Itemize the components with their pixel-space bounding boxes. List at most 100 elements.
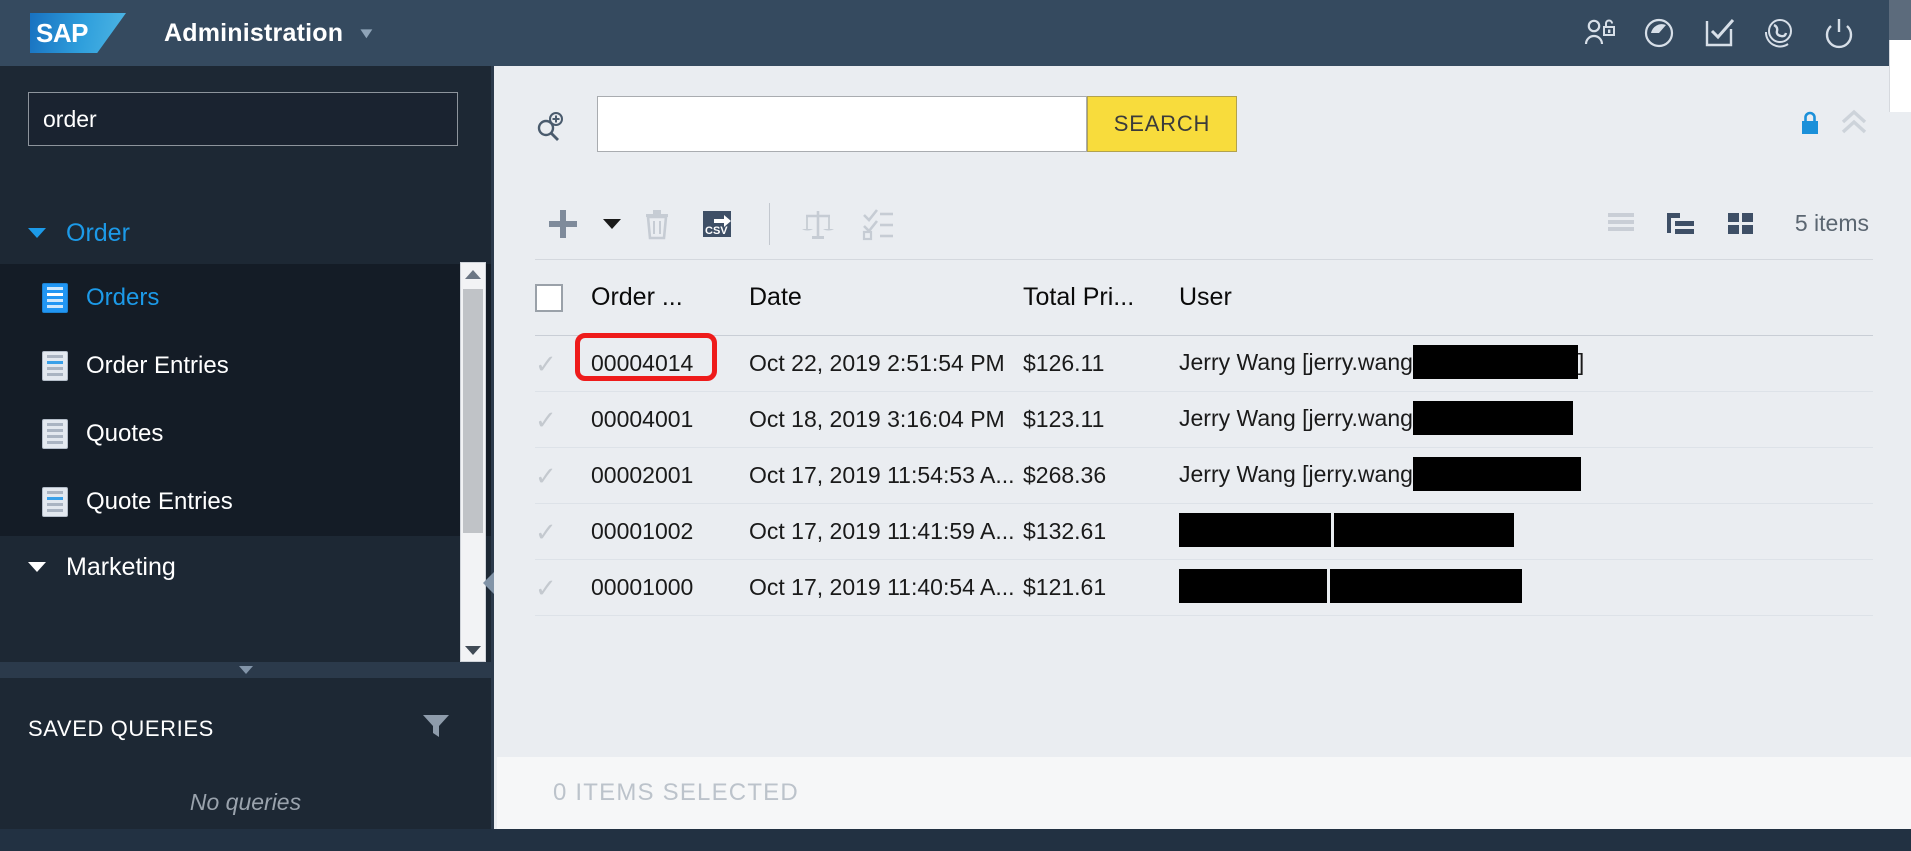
check-icon[interactable]: ✓ (535, 463, 557, 489)
cell-user: Jerry Wang [jerry.wang (1179, 456, 1873, 493)
add-button[interactable] (535, 196, 591, 252)
sidebar-group-marketing[interactable]: Marketing (0, 536, 491, 598)
cell-total-price: $268.36 (1023, 462, 1107, 488)
cell-order-id: 00001002 (591, 518, 694, 544)
search-button[interactable]: SEARCH (1087, 96, 1237, 152)
list-view-icon[interactable] (1593, 196, 1649, 252)
sidebar-resize-divider[interactable] (0, 662, 491, 678)
sidebar-item-order-entries[interactable]: Order Entries (0, 332, 491, 400)
add-dropdown-caret[interactable] (595, 196, 629, 252)
power-icon[interactable] (1809, 0, 1869, 66)
column-header-date[interactable]: Date (749, 283, 1023, 312)
cell-user (1179, 512, 1873, 549)
double-chevron-up-icon[interactable] (1839, 108, 1869, 141)
redaction-bar (1412, 456, 1581, 491)
table-row[interactable]: ✓ 00004014 Oct 22, 2019 2:51:54 PM $126.… (535, 333, 1873, 392)
cell-user-prefix: Jerry Wang [jerry.wang (1179, 404, 1413, 431)
sidebar-group-label: Marketing (66, 552, 176, 581)
delete-button[interactable] (629, 196, 685, 252)
chevron-down-icon (238, 666, 253, 674)
row-select-cell[interactable]: ✓ (535, 519, 591, 545)
document-icon (42, 283, 68, 313)
sidebar-group-order-items: Orders Order Entries Quotes Quote Entrie… (0, 264, 491, 536)
cell-order-id: 00004014 (591, 350, 694, 376)
cell-user-suffix: ] (1577, 348, 1585, 375)
checklist-button[interactable] (850, 196, 906, 252)
page-scrollbar-track[interactable] (1889, 0, 1911, 40)
sidebar-scrollbar[interactable] (460, 262, 486, 662)
sidebar-item-label: Quotes (86, 420, 164, 447)
check-icon[interactable]: ✓ (535, 407, 557, 433)
globe-icon[interactable] (1749, 0, 1809, 66)
redaction-bar (1412, 400, 1573, 435)
compare-button[interactable] (790, 196, 846, 252)
sidebar-search-input[interactable] (28, 92, 458, 146)
row-select-cell[interactable]: ✓ (535, 351, 591, 377)
svg-text:CSV: CSV (705, 225, 728, 237)
action-toolbar: CSV 5 items (535, 188, 1873, 260)
page-title: Administration (164, 18, 344, 47)
document-icon (42, 487, 68, 517)
scroll-down-arrow[interactable] (461, 639, 485, 661)
column-header-total-price[interactable]: Total Pri... (1023, 283, 1179, 312)
row-select-cell[interactable]: ✓ (535, 575, 591, 601)
check-icon[interactable]: ✓ (535, 575, 557, 601)
sidebar-collapse-handle[interactable] (483, 572, 494, 594)
cell-date: Oct 17, 2019 11:40:54 A... (749, 574, 1015, 600)
table-row[interactable]: ✓ 00001000 Oct 17, 2019 11:40:54 A... $1… (535, 560, 1873, 616)
page-scrollbar-thumb[interactable] (1889, 40, 1911, 112)
toolbar-right-group: 5 items (1593, 196, 1873, 252)
cell-user (1179, 568, 1873, 605)
scroll-up-arrow[interactable] (461, 263, 485, 285)
redaction-bar (1334, 512, 1514, 547)
lock-icon[interactable] (1799, 110, 1821, 141)
check-icon[interactable]: ✓ (535, 351, 557, 377)
cell-total-price: $132.61 (1023, 518, 1107, 544)
cell-order-id: 00001000 (591, 574, 694, 600)
chevron-down-icon (28, 228, 46, 238)
saved-queries-header: SAVED QUERIES (0, 678, 491, 745)
main-content: SEARCH CSV 5 items Order ... Date Total … (497, 66, 1911, 851)
sidebar-group-order[interactable]: Order (0, 202, 491, 264)
cell-user: Jerry Wang [jerry.wang] (1179, 344, 1873, 381)
table-row[interactable]: ✓ 00001002 Oct 17, 2019 11:41:59 A... $1… (535, 504, 1873, 560)
saved-queries-title: SAVED QUERIES (28, 715, 214, 741)
sidebar-item-quote-entries[interactable]: Quote Entries (0, 468, 491, 536)
chevron-down-icon[interactable]: ▼ (357, 25, 377, 42)
csv-export-icon[interactable]: CSV (689, 196, 745, 252)
gauge-icon[interactable] (1629, 0, 1689, 66)
sidebar-group-label: Order (66, 218, 130, 247)
sidebar-item-orders[interactable]: Orders (0, 264, 491, 332)
cell-date: Oct 17, 2019 11:41:59 A... (749, 518, 1015, 544)
row-select-cell[interactable]: ✓ (535, 407, 591, 433)
cell-user-prefix: Jerry Wang [jerry.wang (1179, 460, 1413, 487)
check-icon[interactable]: ✓ (535, 519, 557, 545)
sidebar-search-wrap (0, 66, 491, 146)
redaction-bar (1179, 568, 1327, 603)
column-header-user[interactable]: User (1179, 283, 1873, 312)
top-header: SAP Administration ▼ (0, 0, 1911, 66)
cell-total-price: $123.11 (1023, 406, 1105, 432)
grid-view-icon[interactable] (1713, 196, 1769, 252)
select-all-checkbox[interactable] (535, 283, 563, 312)
cell-total-price: $121.61 (1023, 574, 1107, 600)
header-icon-group (1569, 0, 1911, 66)
table-row[interactable]: ✓ 00004001 Oct 18, 2019 3:16:04 PM $123.… (535, 392, 1873, 448)
funnel-icon[interactable] (421, 712, 451, 745)
user-unlock-icon[interactable] (1569, 0, 1629, 66)
sap-admin-window: SAP Administration ▼ order Order Orders … (0, 0, 1911, 851)
column-header-order[interactable]: Order ... (591, 283, 749, 312)
row-select-cell[interactable]: ✓ (535, 463, 591, 489)
scrollbar-thumb[interactable] (463, 289, 483, 533)
search-input[interactable] (597, 96, 1087, 152)
table-row[interactable]: ✓ 00002001 Oct 17, 2019 11:54:53 A... $2… (535, 448, 1873, 504)
redaction-bar (1179, 512, 1331, 547)
table-header-row: Order ... Date Total Pri... User (535, 260, 1873, 336)
sidebar-nav: Order Orders Order Entries Quotes Quote (0, 202, 491, 662)
sap-logo[interactable]: SAP (30, 13, 126, 53)
search-plus-icon[interactable] (535, 112, 565, 147)
chevron-down-icon (28, 562, 46, 572)
tree-view-icon[interactable] (1653, 196, 1709, 252)
checklist-icon[interactable] (1689, 0, 1749, 66)
sidebar-item-quotes[interactable]: Quotes (0, 400, 491, 468)
